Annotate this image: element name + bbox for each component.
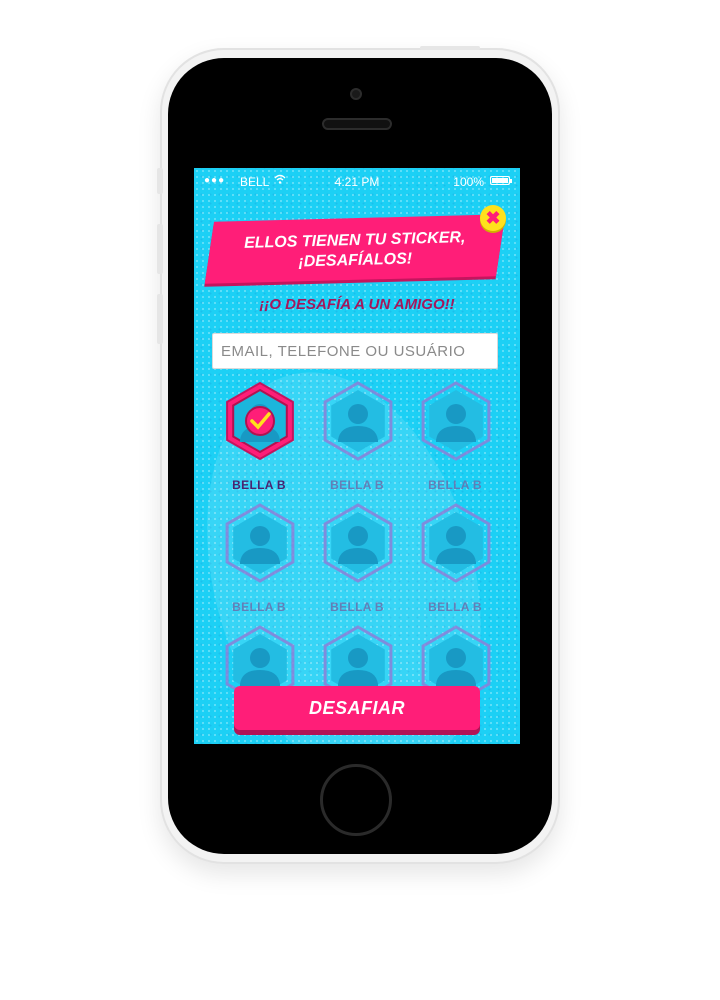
friend-name: BELLA B — [428, 600, 482, 614]
checkmark-icon — [245, 406, 275, 436]
friend-item[interactable]: BELLA B — [314, 502, 400, 614]
close-icon: ✖ — [485, 208, 501, 228]
friend-avatar — [225, 503, 295, 583]
friend-avatar — [421, 381, 491, 461]
volume-down-button — [157, 294, 163, 344]
battery-icon — [490, 176, 512, 185]
friend-avatar — [421, 503, 491, 583]
friend-name: BELLA B — [428, 478, 482, 492]
challenge-friend-subtitle: ¡¡O DESAFÍA A UN AMIGO!! — [259, 296, 455, 313]
friend-name: BELLA B — [232, 600, 286, 614]
challenge-button[interactable]: DESAFIAR — [234, 686, 480, 730]
volume-up-button — [157, 224, 163, 274]
app-screen: ●●● BELL 4:21 PM 100% ELLOS TIENEN TU ST… — [194, 168, 520, 744]
friend-item[interactable]: BELLA B — [216, 380, 302, 492]
status-bar: ●●● BELL 4:21 PM 100% — [194, 168, 520, 194]
mute-switch — [157, 168, 163, 194]
power-button — [420, 46, 480, 50]
friend-item[interactable]: BELLA B — [412, 380, 498, 492]
close-button[interactable]: ✖ — [480, 205, 506, 231]
friend-item[interactable]: BELLA B — [216, 502, 302, 614]
friend-avatar — [323, 503, 393, 583]
friend-item[interactable]: BELLA B — [412, 502, 498, 614]
home-button[interactable] — [320, 764, 392, 836]
front-camera — [350, 88, 362, 100]
friend-name: BELLA B — [330, 478, 384, 492]
friend-avatar — [323, 381, 393, 461]
friend-avatar — [226, 381, 294, 461]
banner-title: ELLOS TIENEN TU STICKER, ¡DESAFÍALOS! — [209, 219, 500, 283]
friend-item[interactable]: BELLA B — [314, 380, 400, 492]
banner-line-2: ¡DESAFÍALOS! — [298, 250, 413, 271]
battery-percent: 100% — [453, 175, 484, 189]
search-input[interactable] — [212, 333, 498, 369]
friend-name: BELLA B — [232, 478, 286, 492]
friend-name: BELLA B — [330, 600, 384, 614]
earpiece-speaker — [322, 118, 392, 130]
